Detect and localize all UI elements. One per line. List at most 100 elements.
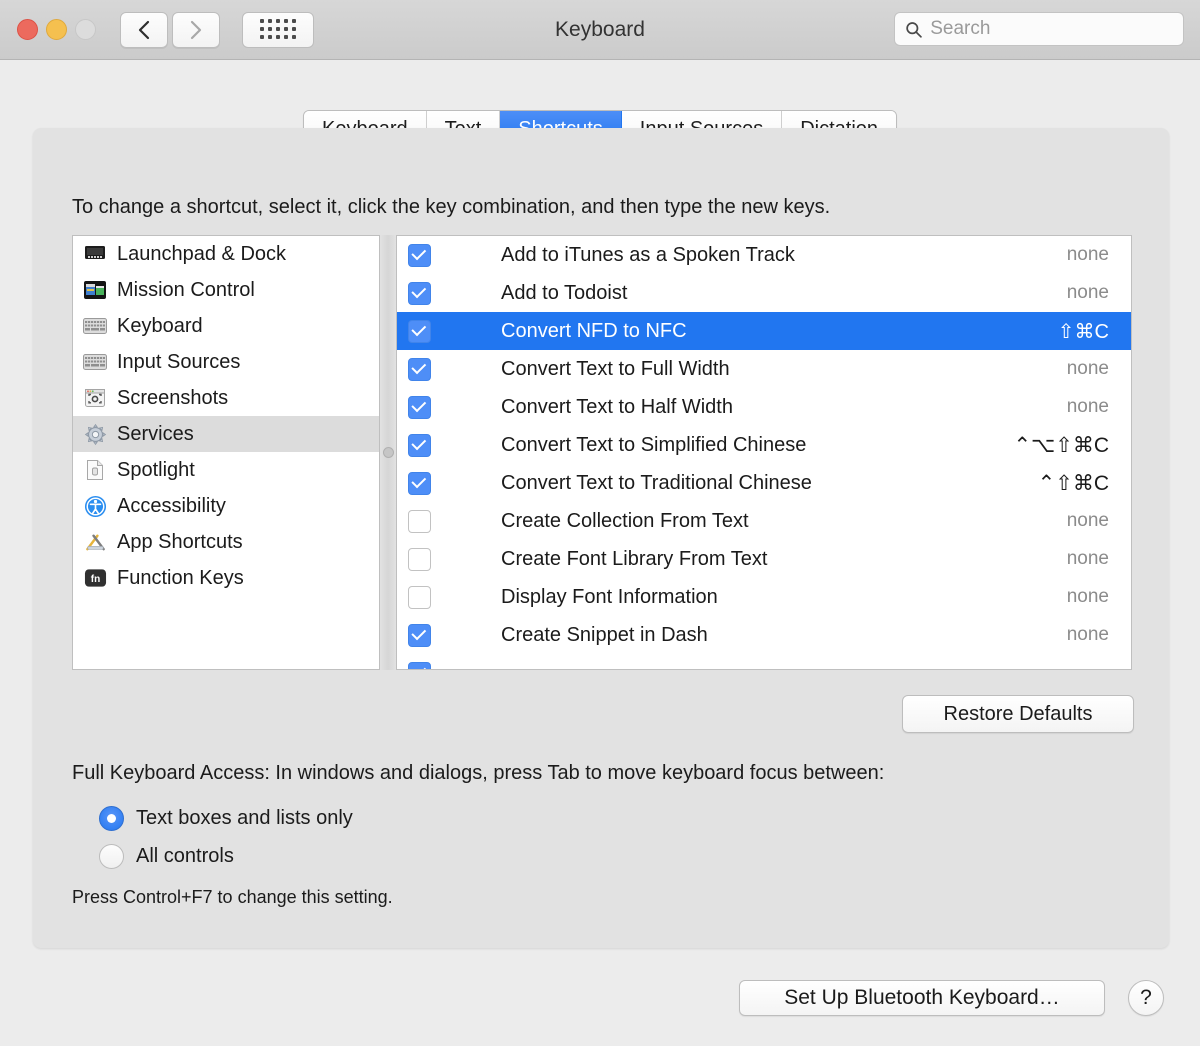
sidebar-item-label: Mission Control [117,278,255,301]
keyboard-icon [83,314,107,338]
shortcut-key[interactable]: none [1067,548,1131,570]
checkbox-icon[interactable] [408,395,431,419]
sidebar-item-label: Services [117,422,194,445]
minimize-window-button[interactable] [46,19,67,40]
restore-defaults-button[interactable]: Restore Defaults [902,695,1134,733]
close-window-button[interactable] [17,19,38,40]
mission-control-icon [83,278,107,302]
shortcut-key[interactable]: none [1067,282,1131,304]
radio-text-boxes-and-lists-only[interactable]: Text boxes and lists only [99,806,353,831]
sidebar-item-screenshots[interactable]: Screenshots [73,380,379,416]
table-row[interactable]: Add to iTunes as a Spoken Track none [397,236,1131,274]
shortcut-key[interactable]: ⇧⌘C [1058,319,1131,344]
sidebar-item-label: App Shortcuts [117,530,243,553]
table-row[interactable]: Create Snippet in Dash none [397,616,1131,654]
shortcut-name: Convert NFD to NFC [501,319,687,342]
chevron-left-icon [138,20,150,39]
shortcut-key[interactable]: none [1067,358,1131,380]
table-row[interactable]: Convert NFD to NFC ⇧⌘C [397,312,1131,350]
table-row[interactable]: Add to Todoist none [397,274,1131,312]
shortcut-checkbox-cell[interactable] [397,585,501,609]
radio-button-icon[interactable] [99,806,124,831]
shortcut-checkbox-cell[interactable] [397,471,501,495]
checkbox-icon[interactable] [408,319,431,343]
shortcut-key[interactable]: ⌃⇧⌘C [1038,471,1131,496]
table-row[interactable]: Convert Text to Simplified Chinese ⌃⌥⇧⌘C [397,426,1131,464]
sidebar-item-input-sources[interactable]: Input Sources [73,344,379,380]
checkbox-icon[interactable] [408,433,431,457]
shortcut-checkbox-cell[interactable] [397,281,501,305]
table-row[interactable]: Create Font Library From Text none [397,540,1131,578]
shortcut-name: Create Snippet in Dash [501,623,708,646]
shortcut-list[interactable]: Add to iTunes as a Spoken Track none Add… [396,235,1132,670]
table-row[interactable]: Convert Text to Half Width none [397,388,1131,426]
checkbox-icon[interactable] [408,509,431,533]
radio-all-controls[interactable]: All controls [99,844,234,869]
zoom-window-button[interactable] [75,19,96,40]
full-keyboard-access-label: Full Keyboard Access: In windows and dia… [72,762,885,784]
category-list[interactable]: Launchpad & Dock Mission Control Keyboar… [72,235,380,670]
shortcut-name: Add to Todoist [501,281,628,304]
shortcut-name: Convert Text to Traditional Chinese [501,471,812,494]
shortcut-checkbox-cell[interactable] [397,357,501,381]
sidebar-item-label: Screenshots [117,386,229,409]
sidebar-item-accessibility[interactable]: Accessibility [73,488,379,524]
checkbox-icon[interactable] [408,547,431,571]
launchpad-dock-icon [83,242,107,266]
shortcut-checkbox-cell[interactable] [397,623,501,647]
table-row[interactable]: Display Font Information none [397,578,1131,616]
sidebar-item-keyboard[interactable]: Keyboard [73,308,379,344]
shortcut-key[interactable]: none [1067,586,1131,608]
checkbox-icon[interactable] [408,471,431,495]
shortcut-key[interactable]: none [1067,510,1131,532]
input-sources-icon [83,350,107,374]
help-button[interactable]: ? [1128,980,1164,1016]
shortcut-key[interactable]: ⌃⌥⇧⌘C [1013,433,1131,458]
shortcut-checkbox-cell[interactable] [397,243,501,267]
checkbox-icon[interactable] [408,661,431,669]
function-keys-fn-icon: fn [83,566,107,590]
radio-label: All controls [136,845,234,867]
shortcut-key[interactable]: none [1067,624,1131,646]
shortcut-checkbox-cell[interactable] [397,433,501,457]
shortcut-checkbox-cell[interactable] [397,509,501,533]
services-gear-icon [83,422,107,446]
checkbox-icon[interactable] [408,357,431,381]
sidebar-item-mission-control[interactable]: Mission Control [73,272,379,308]
table-row[interactable]: Convert Text to Full Width none [397,350,1131,388]
window-titlebar: Keyboard [0,0,1200,60]
set-up-bluetooth-keyboard-button[interactable]: Set Up Bluetooth Keyboard… [739,980,1105,1016]
shortcut-checkbox-cell[interactable] [397,547,501,571]
sidebar-item-launchpad-dock[interactable]: Launchpad & Dock [73,236,379,272]
shortcut-checkbox-cell[interactable] [397,395,501,419]
table-row[interactable]: Convert Text to Traditional Chinese ⌃⇧⌘C [397,464,1131,502]
shortcut-lists: Launchpad & Dock Mission Control Keyboar… [72,235,1132,670]
search-input[interactable] [930,18,1173,40]
table-row[interactable]: Create Collection From Text none [397,502,1131,540]
checkbox-icon[interactable] [408,281,431,305]
sidebar-item-spotlight[interactable]: Spotlight [73,452,379,488]
back-button[interactable] [120,11,168,48]
accessibility-icon [83,494,107,518]
sidebar-item-function-keys[interactable]: fn Function Keys [73,560,379,596]
sidebar-item-label: Launchpad & Dock [117,242,287,265]
shortcut-key[interactable]: none [1067,396,1131,418]
shortcut-key[interactable]: none [1067,244,1131,266]
chevron-right-icon [190,20,202,39]
checkbox-icon[interactable] [408,585,431,609]
shortcut-checkbox-cell[interactable] [397,319,501,343]
forward-button[interactable] [172,11,220,48]
table-row-partial[interactable] [397,654,1131,669]
checkbox-icon[interactable] [408,243,431,267]
shortcut-name: Add to iTunes as a Spoken Track [501,243,795,266]
sidebar-item-services[interactable]: Services [73,416,379,452]
search-field[interactable] [894,12,1184,46]
radio-button-icon[interactable] [99,844,124,869]
checkbox-icon[interactable] [408,623,431,647]
show-all-button[interactable] [242,11,314,48]
search-icon [906,21,922,38]
shortcut-checkbox-cell[interactable] [397,661,501,669]
app-shortcuts-icon [83,530,107,554]
list-splitter-handle[interactable] [380,235,396,670]
sidebar-item-app-shortcuts[interactable]: App Shortcuts [73,524,379,560]
